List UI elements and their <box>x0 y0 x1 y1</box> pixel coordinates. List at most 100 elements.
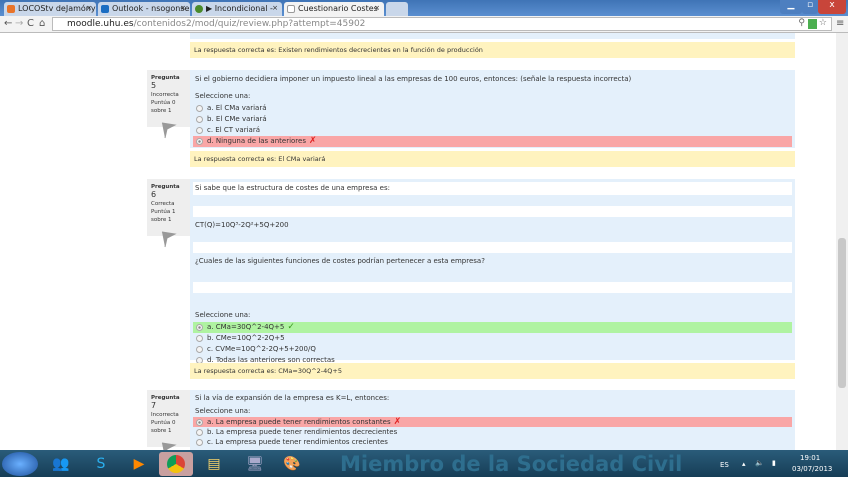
correct-answer-feedback: La respuesta correcta es: CMa=30Q^2-4Q+5 <box>190 363 795 379</box>
tab-locostv[interactable]: LOCOStv deJamónyQ × <box>4 2 96 16</box>
option-label: a. CMa=30Q^2-4Q+5 <box>207 323 285 331</box>
taskbar: Miembro de la Sociedad Civil 👥 S ▶ ▤ 🖥 🎨… <box>0 450 848 477</box>
option-a[interactable]: a. CMa=30Q^2-4Q+5 ✓ <box>193 322 792 333</box>
option-d[interactable]: d. Ninguna de las anteriores ✗ <box>193 136 792 147</box>
page-content: La respuesta correcta es: Existen rendim… <box>0 33 836 450</box>
maximize-button[interactable]: ▫ <box>802 0 818 14</box>
tab-cuestionario[interactable]: Cuestionario Costes × <box>284 2 384 16</box>
tab-label: Cuestionario Costes <box>298 4 378 13</box>
option-b[interactable]: b. La empresa puede tener rendimientos d… <box>193 427 792 437</box>
file-explorer-icon[interactable]: ▤ <box>197 452 231 476</box>
computer-icon[interactable]: 🖥 <box>238 452 272 476</box>
scrollbar-thumb[interactable] <box>838 238 846 388</box>
option-a[interactable]: a. El CMa variará <box>193 103 792 114</box>
radio-button[interactable] <box>196 116 203 123</box>
prev-question-tail <box>190 33 795 39</box>
users-app-icon[interactable]: 👥 <box>44 452 78 476</box>
question-status: Correcta <box>151 201 175 207</box>
select-label: Seleccione una: <box>195 311 251 319</box>
question-info: Pregunta 5 Incorrecta Puntúa 0 sobre 1 <box>147 70 190 139</box>
volume-icon[interactable]: 🔈 <box>755 459 764 467</box>
option-c[interactable]: c. CVMe=10Q^2-2Q+5+200/Q <box>193 344 792 355</box>
question-status: Incorrecta <box>151 92 179 98</box>
wallpaper-watermark: Miembro de la Sociedad Civil <box>340 452 683 476</box>
clock-date[interactable]: 03/07/2013 <box>792 465 832 473</box>
select-label: Seleccione una: <box>195 92 251 100</box>
close-tab-icon[interactable]: × <box>180 4 186 12</box>
flag-icon[interactable] <box>159 230 177 248</box>
tab-incondicional[interactable]: ▶ Incondicional - × <box>192 2 282 16</box>
close-tab-icon[interactable]: × <box>374 4 380 12</box>
forward-icon[interactable]: → <box>15 18 23 29</box>
close-tab-icon[interactable]: × <box>272 4 278 12</box>
radio-button[interactable] <box>196 346 203 353</box>
flag-icon[interactable] <box>159 121 177 139</box>
incorrect-icon: ✗ <box>308 136 317 146</box>
option-b[interactable]: b. CMe=10Q^2-2Q+5 <box>193 333 792 344</box>
url-input[interactable]: moodle.uhu.es/contenidos2/mod/quiz/revie… <box>52 17 832 31</box>
radio-button[interactable] <box>196 335 203 342</box>
radio-button[interactable] <box>196 138 203 145</box>
cost-formula: CT(Q)=10Q³-2Q²+5Q+200 <box>195 221 289 229</box>
option-label: d. Ninguna de las anteriores <box>207 137 306 145</box>
media-player-icon[interactable]: ▶ <box>122 452 156 476</box>
back-icon[interactable]: ← <box>4 18 12 29</box>
option-label: c. CVMe=10Q^2-2Q+5+200/Q <box>207 345 316 353</box>
tab-outlook[interactable]: Outlook - nsogonse × <box>98 2 190 16</box>
question-text: Si la vía de expansión de la empresa es … <box>195 394 390 402</box>
skype-icon[interactable]: S <box>84 452 118 476</box>
tab-bar: LOCOStv deJamónyQ × Outlook - nsogonse × ▶… <box>0 0 848 16</box>
radio-button[interactable] <box>196 105 203 112</box>
option-label: b. El CMe variará <box>207 115 267 123</box>
question-6: Si sabe que la estructura de costes de u… <box>190 179 795 364</box>
start-button[interactable] <box>2 452 38 476</box>
tab-label: ▶ Incondicional - <box>206 4 273 13</box>
extension-icon[interactable] <box>808 19 817 29</box>
vertical-scrollbar[interactable] <box>836 33 848 450</box>
option-c[interactable]: c. El CT variará <box>193 125 792 136</box>
url-host: moodle.uhu.es <box>67 19 134 29</box>
media-icon <box>195 5 203 13</box>
new-tab-button[interactable] <box>386 2 408 16</box>
star-icon[interactable]: ☆ <box>819 18 827 28</box>
flag-icon[interactable] <box>159 441 177 450</box>
battery-icon[interactable]: ▮ <box>772 459 776 467</box>
option-b[interactable]: b. El CMe variará <box>193 114 792 125</box>
option-c[interactable]: c. La empresa puede tener rendimientos c… <box>193 437 792 447</box>
clock-time[interactable]: 19:01 <box>800 454 820 462</box>
chrome-icon[interactable] <box>159 452 193 476</box>
correct-answer-feedback: La respuesta correcta es: Existen rendim… <box>190 42 795 58</box>
option-label: c. La empresa puede tener rendimientos c… <box>207 438 388 446</box>
reload-icon[interactable]: C <box>27 18 34 29</box>
paint-icon[interactable]: 🎨 <box>275 452 309 476</box>
page-icon <box>287 5 295 13</box>
show-hidden-icons[interactable]: ▴ <box>742 460 746 468</box>
tab-label: LOCOStv deJamónyQ <box>18 4 96 13</box>
correct-icon: ✓ <box>287 322 295 332</box>
search-icon[interactable]: ⚲ <box>798 18 805 28</box>
close-window-button[interactable]: x <box>818 0 846 14</box>
option-label: a. El CMa variará <box>207 104 267 112</box>
minimize-button[interactable]: ▁ <box>780 0 802 14</box>
spacer <box>193 206 792 217</box>
spacer <box>193 282 792 293</box>
option-label: c. El CT variará <box>207 126 260 134</box>
radio-button[interactable] <box>196 418 203 426</box>
url-path: /contenidos2/mod/quiz/review.php?attempt… <box>133 19 366 29</box>
question-text: Si sabe que la estructura de costes de u… <box>193 182 792 195</box>
blogger-icon <box>7 5 15 13</box>
radio-button[interactable] <box>196 127 203 134</box>
option-a[interactable]: a. La empresa puede tener rendimientos c… <box>193 417 792 427</box>
radio-button[interactable] <box>196 438 203 446</box>
outlook-icon <box>101 5 109 13</box>
option-label: a. La empresa puede tener rendimientos c… <box>207 418 391 426</box>
correct-answer-feedback: La respuesta correcta es: El CMa variará <box>190 151 795 167</box>
question-score: Puntúa 0 sobre 1 <box>151 100 176 114</box>
close-tab-icon[interactable]: × <box>86 4 92 12</box>
menu-icon[interactable]: ≡ <box>836 18 844 29</box>
radio-button[interactable] <box>196 428 203 436</box>
home-icon[interactable]: ⌂ <box>39 18 45 29</box>
radio-button[interactable] <box>196 324 203 331</box>
language-indicator[interactable]: ES <box>720 461 729 469</box>
tab-label: Outlook - nsogonse <box>112 4 190 13</box>
